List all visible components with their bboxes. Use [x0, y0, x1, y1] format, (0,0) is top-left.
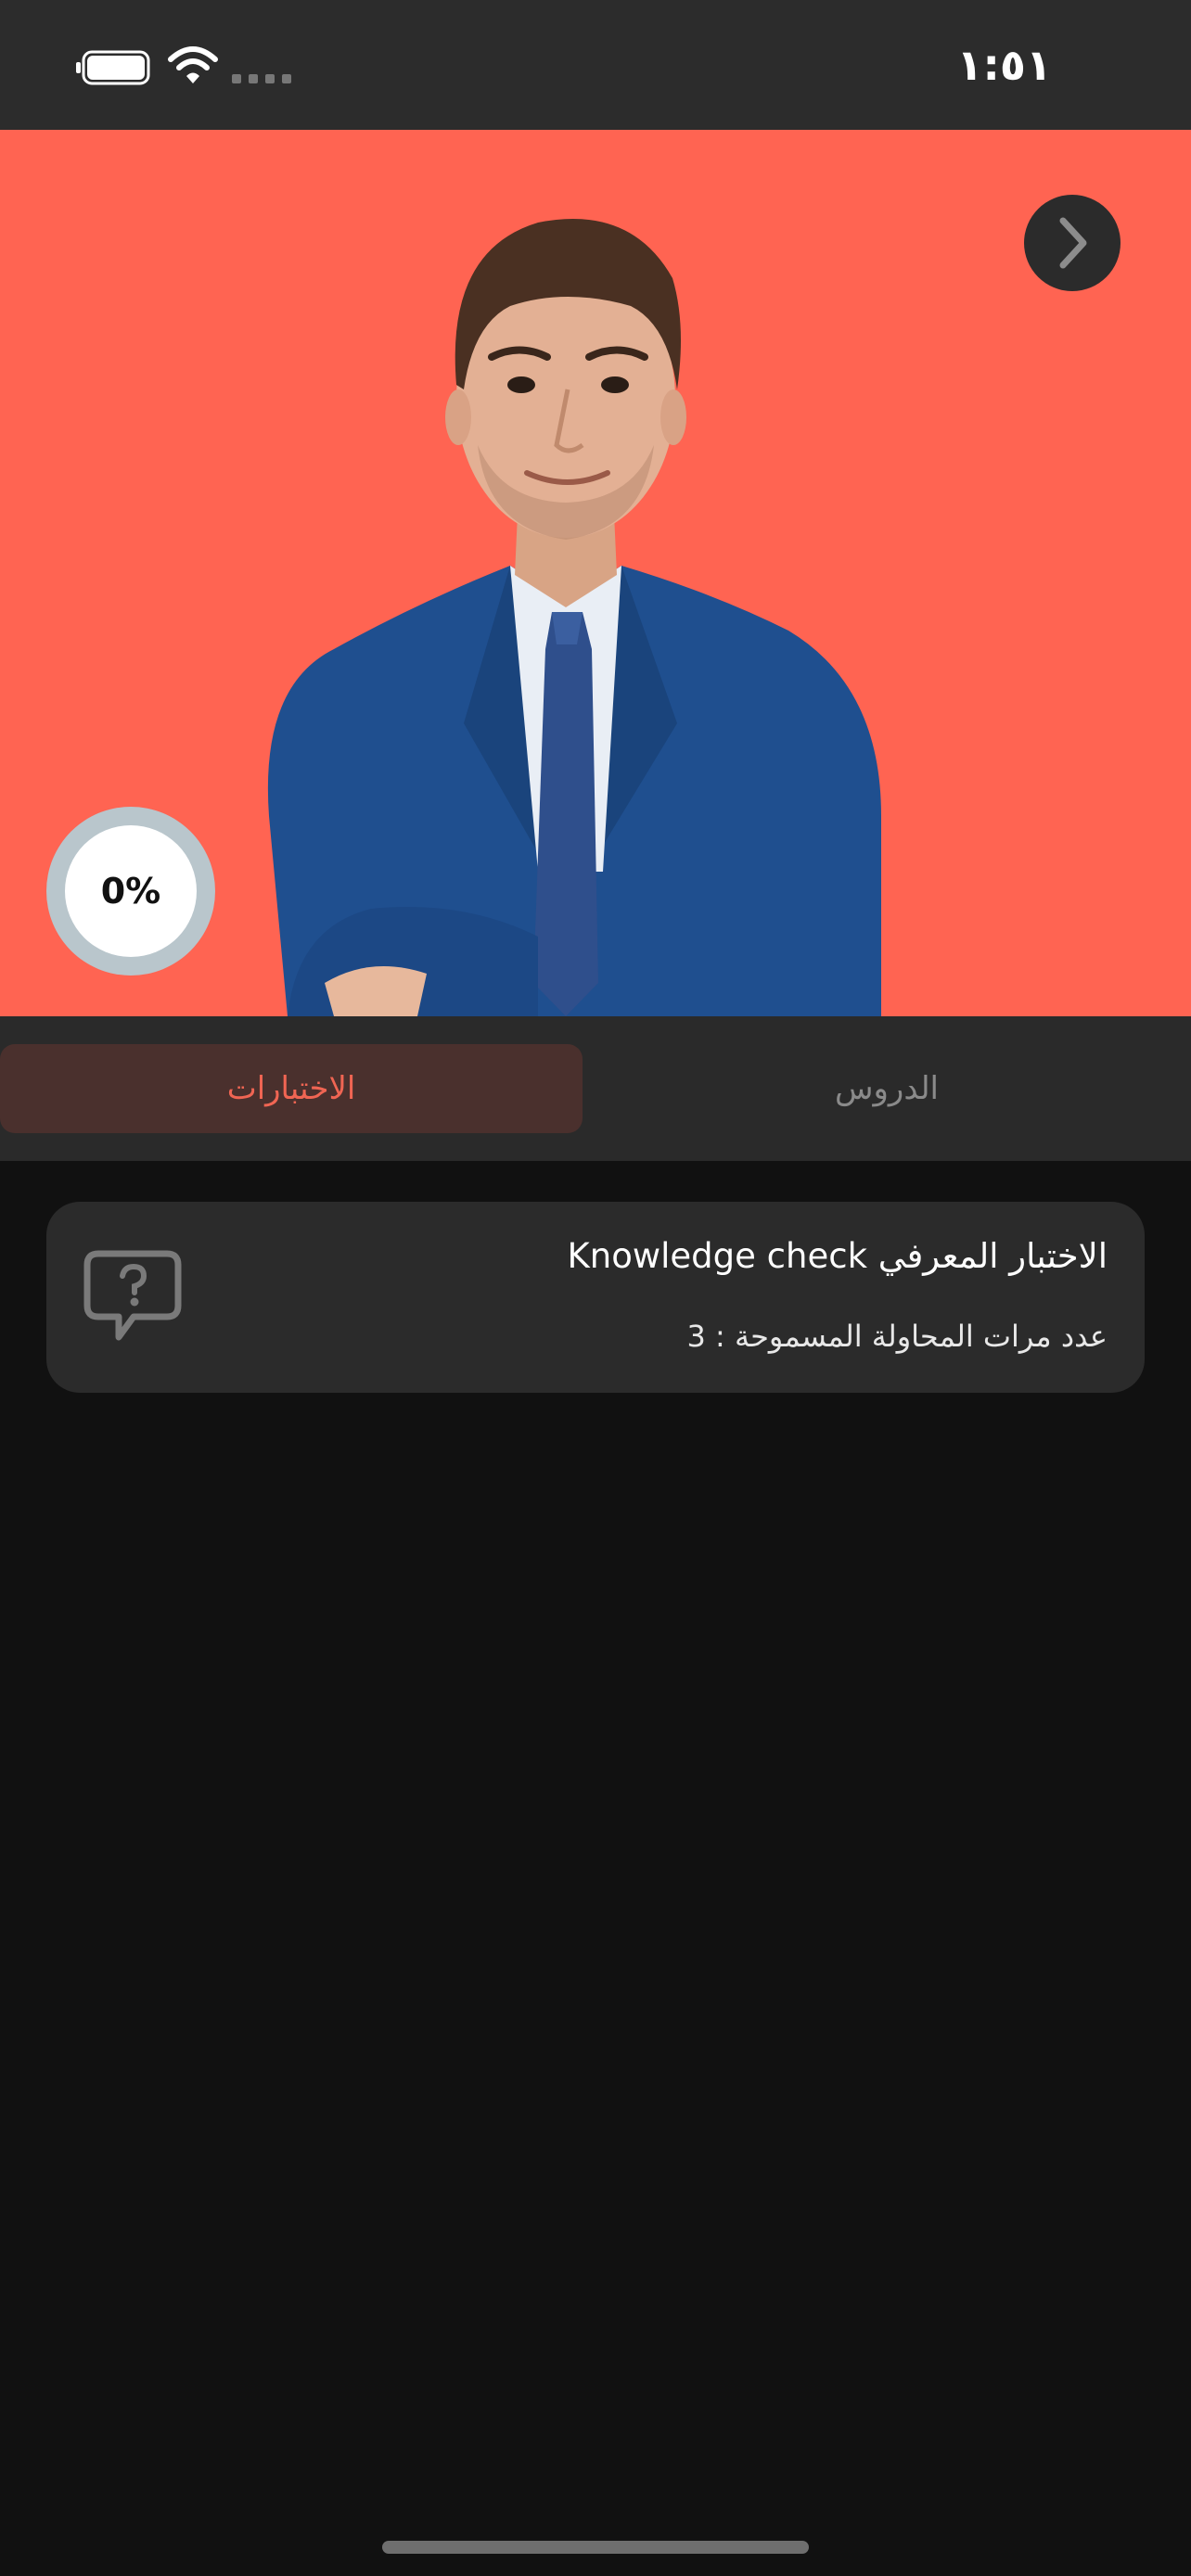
course-hero-banner: 0%	[0, 130, 1191, 1016]
status-bar: ١:٥١	[0, 0, 1191, 130]
app-screen: ١:٥١ 0% الاختبارات الدروس الاختبار المعر…	[0, 0, 1191, 2576]
content-tabs: الاختبارات الدروس	[0, 1016, 1191, 1161]
chevron-right-icon	[1059, 217, 1087, 269]
status-time: ١:٥١	[956, 40, 1052, 90]
quiz-attempts-allowed: عدد مرات المحاولة المسموحة : 3	[686, 1319, 1108, 1354]
progress-percentage: 0%	[100, 871, 161, 912]
tab-lessons[interactable]: الدروس	[583, 1044, 1191, 1133]
tab-quizzes[interactable]: الاختبارات	[0, 1044, 583, 1133]
presenter-photo	[267, 219, 881, 1016]
next-button[interactable]	[1024, 195, 1121, 291]
wifi-icon	[168, 46, 218, 83]
question-bubble-icon	[83, 1250, 182, 1341]
quiz-list-item[interactable]: الاختبار المعرفي Knowledge check عدد مرا…	[46, 1202, 1145, 1393]
cellular-signal-icon	[232, 74, 291, 83]
home-indicator[interactable]	[382, 2541, 809, 2554]
battery-icon	[76, 50, 150, 85]
quiz-title: الاختبار المعرفي Knowledge check	[567, 1236, 1108, 1276]
course-progress-ring: 0%	[46, 807, 215, 976]
